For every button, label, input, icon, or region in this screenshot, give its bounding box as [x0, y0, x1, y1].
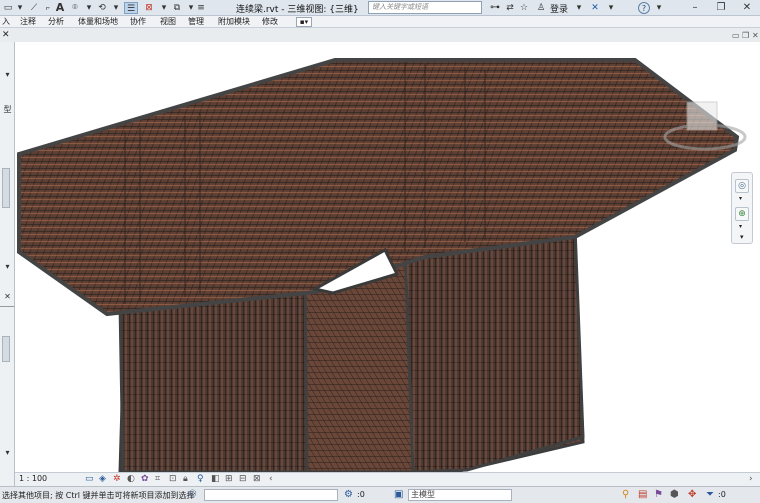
exchange-icon[interactable]: ⇄: [504, 2, 516, 14]
scroll-right-icon[interactable]: ›: [749, 474, 753, 484]
crop-view-icon[interactable]: ⌗: [155, 474, 160, 484]
properties-type-label: 型: [3, 105, 12, 114]
dropdown-icon[interactable]: ▾: [158, 2, 170, 14]
customize-icon[interactable]: ≡: [196, 2, 206, 14]
status-message: 选择其他项目; 按 Ctrl 键并单击可将新项目添加到选择: [2, 491, 195, 500]
reveal-hidden-icon[interactable]: ◧: [211, 474, 220, 484]
reveal-constraints-icon[interactable]: ⊠: [253, 474, 261, 484]
render-icon[interactable]: ✿: [141, 474, 149, 484]
close-icon[interactable]: ✕: [738, 1, 756, 15]
shadows-icon[interactable]: ◐: [127, 474, 135, 484]
ribbon-panel-area: ✕ ▭ ❐ ✕: [0, 28, 760, 42]
temporary-hide-icon[interactable]: ♀: [197, 474, 204, 484]
close-icon[interactable]: ✕: [0, 292, 15, 301]
close-hidden-icon[interactable]: ⊠: [142, 2, 156, 14]
show-crop-icon[interactable]: ⊡: [169, 474, 177, 484]
tab-view[interactable]: 视图: [160, 16, 176, 28]
dropdown-icon[interactable]: ▾: [84, 2, 94, 14]
detail-level-icon[interactable]: ▭: [85, 474, 94, 484]
design-option-icon[interactable]: ▣: [394, 489, 403, 500]
user-icon[interactable]: ♙: [534, 2, 548, 14]
login-button[interactable]: 登录: [550, 2, 568, 15]
search-input[interactable]: 键入关键字或短语: [368, 1, 482, 14]
switch-windows-icon[interactable]: ⧉: [170, 2, 184, 14]
x-icon[interactable]: ✕: [588, 2, 602, 14]
panel-divider: [0, 306, 14, 307]
3d-view-icon[interactable]: ☰: [124, 2, 138, 14]
ribbon-tabs: 入 注释 分析 体量和场地 协作 视图 管理 附加模块 修改 ▪▾: [0, 16, 760, 28]
close-icon[interactable]: ✕: [2, 30, 10, 40]
scrollbar-thumb[interactable]: [2, 336, 10, 362]
right-web-wall: [403, 225, 585, 472]
dropdown-icon[interactable]: ▾: [574, 2, 584, 14]
star-icon[interactable]: ☆: [518, 2, 530, 14]
tab-modify[interactable]: 修改: [262, 16, 278, 28]
tab-manage[interactable]: 管理: [188, 16, 204, 28]
dropdown-icon[interactable]: ▾: [606, 2, 616, 14]
text-icon[interactable]: A: [53, 2, 67, 14]
view-control-bar: 1 : 100 ▭ ◈ ✲ ◐ ✿ ⌗ ⊡ 🔒︎ ♀ ◧ ⊞ ⊟ ⊠ ‹ ›: [15, 472, 760, 486]
scroll-left-icon[interactable]: ‹: [269, 474, 273, 484]
pinned-icon[interactable]: ⚑: [654, 489, 663, 500]
scroll-down-icon[interactable]: ▾: [0, 262, 15, 271]
visual-style-icon[interactable]: ◈: [99, 474, 106, 484]
zoom-icon[interactable]: ⊕: [735, 207, 749, 221]
links-icon[interactable]: ⚲: [622, 489, 629, 500]
scroll-down-icon[interactable]: ▾: [0, 448, 15, 457]
scroll-down-icon[interactable]: ▾: [0, 70, 15, 79]
drag-elements-icon[interactable]: ✥: [688, 489, 696, 500]
dropdown-icon[interactable]: ▾: [186, 2, 196, 14]
title-bar: ▭ ▾ ⟋ ⟔ A ⌾ ▾ ⟲ ▾ ☰ ⊠ ▾ ⧉ ▾ ≡ 连续梁.rvt - …: [0, 0, 760, 16]
view-close-icon[interactable]: ✕: [752, 31, 759, 40]
dropdown-icon[interactable]: ▾: [739, 195, 742, 202]
view-restore-icon[interactable]: ❐: [742, 31, 749, 40]
3d-view-canvas[interactable]: ◎ ▾ ⊕ ▾ ▾: [15, 42, 760, 472]
tab-insert[interactable]: 入: [2, 16, 10, 28]
status-bar: 选择其他项目; 按 Ctrl 键并单击可将新项目添加到选择 ⚇ ⚙ :0 ▣ 主…: [0, 486, 760, 503]
ribbon-toggle-button[interactable]: ▪▾: [296, 17, 312, 27]
workset-select[interactable]: [204, 489, 338, 501]
help-icon[interactable]: ?: [638, 2, 650, 14]
selection-count: :0: [718, 490, 726, 499]
navigation-wheel-icon[interactable]: ◎: [735, 179, 749, 193]
sun-path-icon[interactable]: ✲: [113, 474, 121, 484]
dropdown-icon[interactable]: ▾: [15, 2, 25, 14]
nav-menu-icon[interactable]: ▾: [740, 233, 744, 241]
minimize-icon[interactable]: –: [686, 1, 704, 15]
underlay-icon[interactable]: ▤: [638, 489, 647, 500]
measure-icon[interactable]: ⟋: [28, 2, 40, 14]
tab-collaborate[interactable]: 协作: [130, 16, 146, 28]
workset-count: :0: [357, 490, 365, 499]
properties-panel: ▾ 型 ▾ ✕ ▾: [0, 42, 15, 486]
workset-icon[interactable]: ⚇: [188, 489, 197, 500]
restore-icon[interactable]: ❐: [712, 1, 730, 15]
document-title: 连续梁.rvt - 三维视图: {三维}: [236, 5, 359, 15]
dropdown-icon[interactable]: ▾: [110, 2, 122, 14]
left-web-wall: [118, 284, 309, 472]
dropdown-icon[interactable]: ▾: [739, 223, 742, 230]
scrollbar-thumb[interactable]: [2, 168, 10, 208]
save-icon[interactable]: ▭: [2, 2, 14, 14]
select-by-face-icon[interactable]: ⬢: [670, 489, 679, 500]
view-minimize-icon[interactable]: ▭: [732, 31, 740, 40]
dropdown-icon[interactable]: ▾: [654, 2, 664, 14]
filter-icon[interactable]: ⏷: [706, 489, 714, 500]
model-icon[interactable]: ⌾: [68, 2, 82, 14]
editable-only-icon[interactable]: ⚙: [344, 489, 353, 500]
navigation-bar: ◎ ▾ ⊕ ▾ ▾: [731, 172, 753, 244]
lock-view-icon[interactable]: 🔒︎: [183, 474, 188, 484]
binoculars-icon[interactable]: ⊶: [488, 2, 502, 14]
tab-annotate[interactable]: 注释: [20, 16, 36, 28]
main-model-select[interactable]: 主模型: [408, 489, 512, 501]
view-scale[interactable]: 1 : 100: [19, 474, 47, 483]
sync-icon[interactable]: ⟲: [96, 2, 108, 14]
tab-analyze[interactable]: 分析: [48, 16, 64, 28]
tab-addins[interactable]: 附加模块: [218, 16, 250, 28]
rebar-model-drawing: [17, 58, 747, 472]
analytical-model-icon[interactable]: ⊞: [225, 474, 233, 484]
highlight-displacement-icon[interactable]: ⊟: [239, 474, 247, 484]
tab-massing-site[interactable]: 体量和场地: [78, 16, 118, 28]
